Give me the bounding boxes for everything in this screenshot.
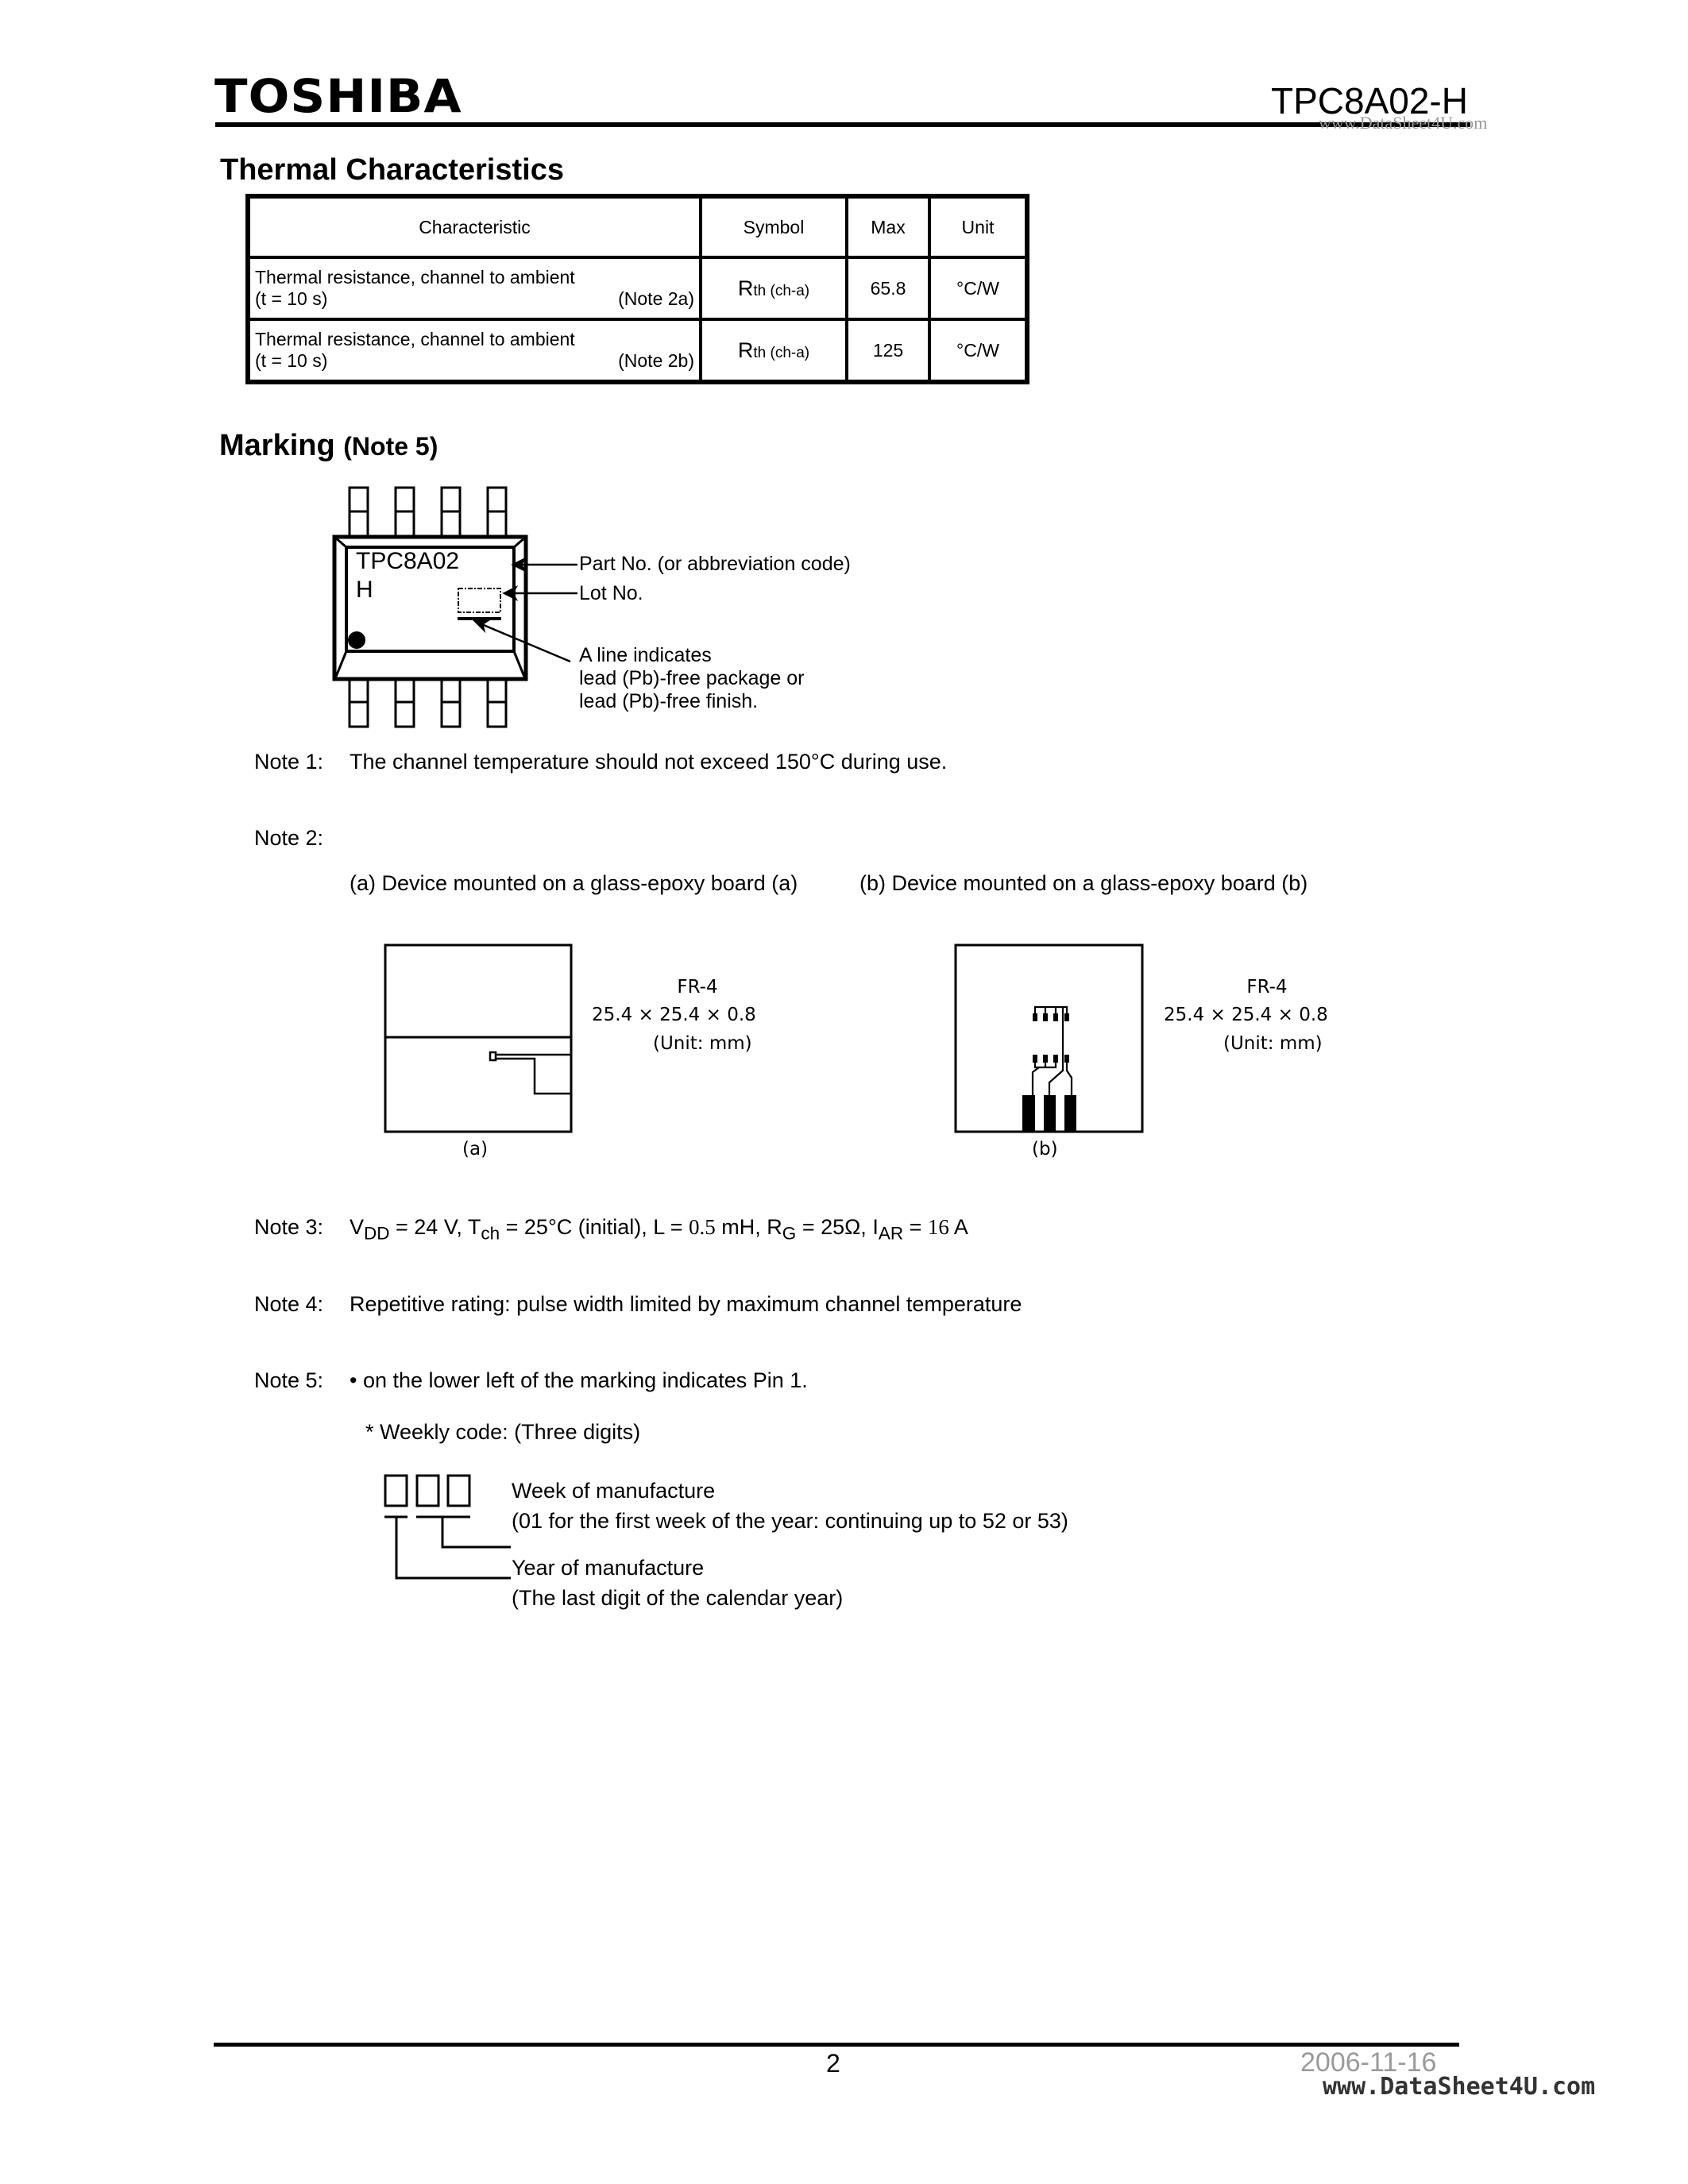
digit-box-week2 — [446, 1474, 471, 1507]
page-number: 2 — [826, 2049, 840, 2078]
digit-box-year — [384, 1474, 408, 1507]
footer-rule — [214, 2043, 1459, 2047]
footer-watermark[interactable]: www.DataSheet4U.com — [1323, 2073, 1595, 2101]
year-title: Year of manufacture — [512, 1556, 705, 1580]
week-desc: (01 for the first week of the year: cont… — [512, 1509, 1068, 1533]
digit-box-week1 — [415, 1474, 440, 1507]
weekly-code-diagram — [384, 1474, 511, 1580]
week-title: Week of manufacture — [512, 1479, 716, 1503]
year-desc: (The last digit of the calendar year) — [512, 1586, 844, 1610]
